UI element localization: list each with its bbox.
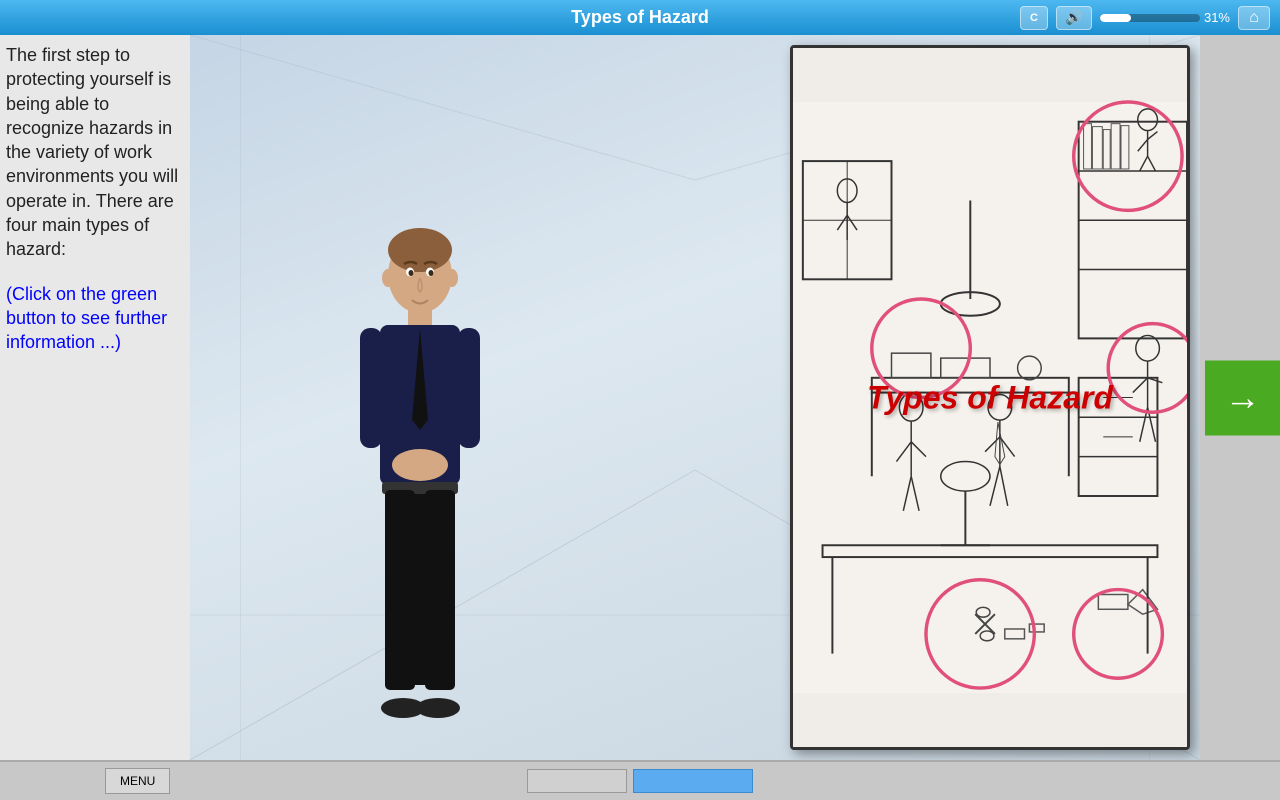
header-controls: C 🔊 31% ⌂	[1020, 6, 1270, 30]
header-bar: Types of Hazard C 🔊 31% ⌂	[0, 0, 1280, 35]
header-title: Types of Hazard	[571, 7, 709, 28]
progress-label: 31%	[1204, 10, 1230, 25]
content-row: The first step to protecting yourself is…	[0, 35, 1280, 760]
presenter-svg	[350, 220, 490, 740]
sound-icon: 🔊	[1065, 9, 1082, 26]
hazard-image-inner: Types of Hazard	[793, 48, 1187, 747]
hazard-image-frame: Types of Hazard	[790, 45, 1190, 750]
nav-button-2[interactable]	[633, 769, 753, 793]
caption-button[interactable]: C	[1020, 6, 1048, 30]
home-icon: ⌂	[1249, 9, 1259, 27]
app-container: Types of Hazard C 🔊 31% ⌂	[0, 0, 1280, 800]
stage-area: Types of Hazard	[190, 35, 1200, 760]
hazard-image-area: Types of Hazard	[790, 45, 1190, 750]
bottom-nav	[527, 769, 753, 793]
presenter-container	[350, 220, 510, 740]
progress-bar	[1100, 14, 1200, 22]
sound-button[interactable]: 🔊	[1056, 6, 1092, 30]
next-button[interactable]: →	[1205, 360, 1280, 435]
right-sidebar: →	[1200, 35, 1280, 760]
main-description: The first step to protecting yourself is…	[6, 43, 184, 262]
nav-button-1[interactable]	[527, 769, 627, 793]
menu-button[interactable]: MENU	[105, 768, 170, 794]
caption-icon: C	[1030, 12, 1038, 24]
home-button[interactable]: ⌂	[1238, 6, 1270, 30]
click-hint: (Click on the green button to see furthe…	[6, 282, 184, 355]
progress-container: 31%	[1100, 10, 1230, 25]
bottom-bar: MENU	[0, 760, 1280, 800]
left-text-panel: The first step to protecting yourself is…	[0, 35, 190, 760]
progress-fill	[1100, 14, 1131, 22]
next-arrow-icon: →	[1225, 377, 1261, 419]
hazard-image-title: Types of Hazard	[867, 379, 1113, 416]
